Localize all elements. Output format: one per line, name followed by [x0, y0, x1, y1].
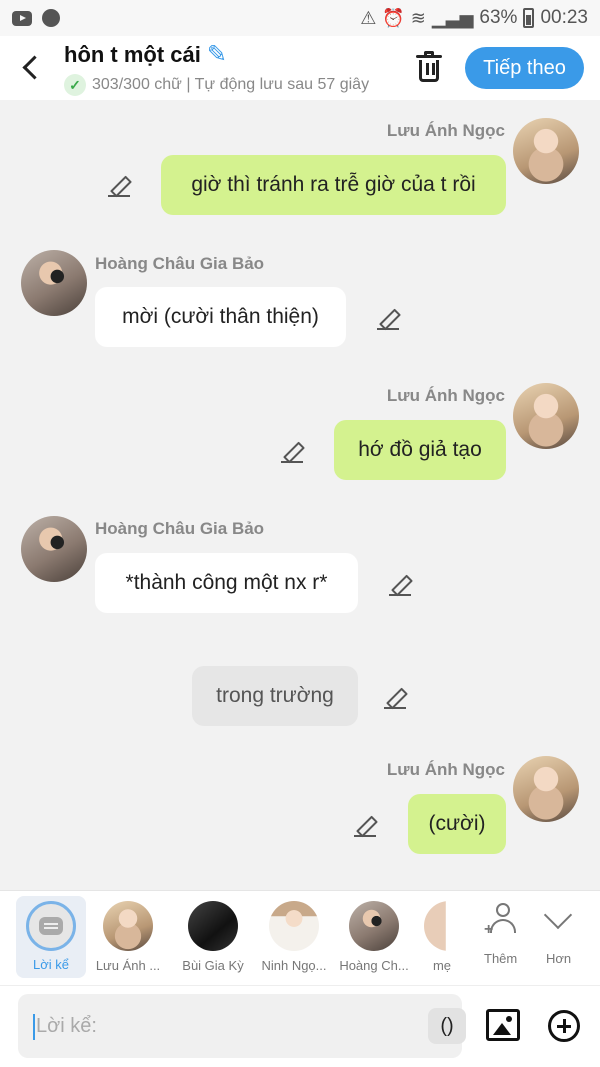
message-bubble[interactable]: *thành công một nx r* [95, 553, 358, 613]
edit-pencil-icon[interactable] [352, 812, 378, 838]
wifi-icon: ≋ [410, 7, 426, 28]
author-name: Hoàng Châu Gia Bảo [95, 254, 265, 273]
edit-title-icon[interactable]: ✎ [207, 43, 227, 67]
youtube-icon [12, 10, 32, 26]
message-bubble[interactable]: mời (cười thân thiện) [95, 287, 346, 347]
next-button[interactable]: Tiếp theo [465, 47, 584, 89]
avatar [103, 901, 153, 951]
character-chip[interactable]: Hoàng Ch... [336, 891, 412, 986]
image-icon[interactable] [486, 1009, 520, 1041]
check-icon: ✓ [64, 74, 86, 96]
edit-pencil-icon[interactable] [106, 172, 132, 198]
autosave-status: ✓ 303/300 chữ | Tự động lưu sau 57 giây [64, 74, 394, 96]
battery-icon [523, 8, 535, 28]
add-character-label[interactable]: Thêm [484, 951, 517, 966]
avatar[interactable] [21, 516, 87, 582]
more-label[interactable]: Hơn [546, 951, 571, 966]
input-bar: () [0, 985, 600, 1067]
signal-icon: ▁▃▅ [431, 7, 474, 28]
status-bar: ⚠ ⏰ ≋ ▁▃▅ 63% 00:23 [0, 0, 600, 36]
chevron-down-icon[interactable] [543, 900, 573, 930]
message-bubble[interactable]: hớ đồ giả tạo [334, 420, 506, 480]
avatar[interactable] [513, 383, 579, 449]
add-character-icon[interactable]: + [484, 903, 520, 938]
autosave-text: 303/300 chữ | Tự động lưu sau 57 giây [92, 76, 370, 93]
battery-percent: 63% [479, 7, 518, 28]
character-bar: Lời kể Lưu Ánh ... Bùi Gia Kỳ Ninh Ngọ..… [0, 890, 600, 985]
author-name: Lưu Ánh Ngọc [386, 760, 505, 779]
clock: 00:23 [540, 7, 588, 28]
author-name: Lưu Ánh Ngọc [386, 121, 505, 140]
trash-icon[interactable] [413, 50, 445, 84]
character-chip[interactable]: Ninh Ngọ... [255, 891, 333, 986]
message-field[interactable]: () [18, 994, 466, 1058]
message-bubble[interactable]: giờ thì tránh ra trễ giờ của t rồi [161, 155, 506, 215]
edit-pencil-icon[interactable] [382, 684, 408, 710]
avatar [269, 901, 319, 951]
header: hôn t một cái ✎ ✓ 303/300 chữ | Tự động … [0, 36, 600, 100]
character-chip[interactable]: Bùi Gia Kỳ [177, 891, 249, 986]
story-title[interactable]: hôn t một cái [64, 42, 201, 68]
chat-area: Lưu Ánh Ngọc giờ thì tránh ra trễ giờ củ… [0, 100, 600, 890]
message-bubble[interactable]: (cười) [408, 794, 506, 854]
avatar[interactable] [513, 118, 579, 184]
edit-pencil-icon[interactable] [387, 571, 413, 597]
avatar[interactable] [21, 250, 87, 316]
globe-icon [42, 9, 60, 27]
narrator-icon [26, 901, 76, 951]
character-chip[interactable]: Lưu Ánh ... [93, 891, 163, 986]
edit-pencil-icon[interactable] [375, 305, 401, 331]
add-circle-icon[interactable] [548, 1010, 580, 1042]
character-chip[interactable]: mẹ [422, 891, 462, 986]
message-input[interactable] [36, 1004, 406, 1048]
edit-pencil-icon[interactable] [279, 438, 305, 464]
avatar [188, 901, 238, 951]
author-name: Lưu Ánh Ngọc [386, 386, 505, 405]
avatar [349, 901, 399, 951]
avatar[interactable] [513, 756, 579, 822]
parentheses-button[interactable]: () [428, 1008, 466, 1044]
text-caret [33, 1014, 35, 1040]
avatar [424, 901, 460, 951]
narration-bubble[interactable]: trong trường [192, 666, 358, 726]
data-saver-icon: ⚠ [360, 7, 377, 28]
character-narrator[interactable]: Lời kể [16, 896, 86, 978]
back-arrow-icon[interactable] [18, 52, 46, 82]
author-name: Hoàng Châu Gia Bảo [95, 519, 265, 538]
alarm-icon: ⏰ [382, 7, 405, 28]
